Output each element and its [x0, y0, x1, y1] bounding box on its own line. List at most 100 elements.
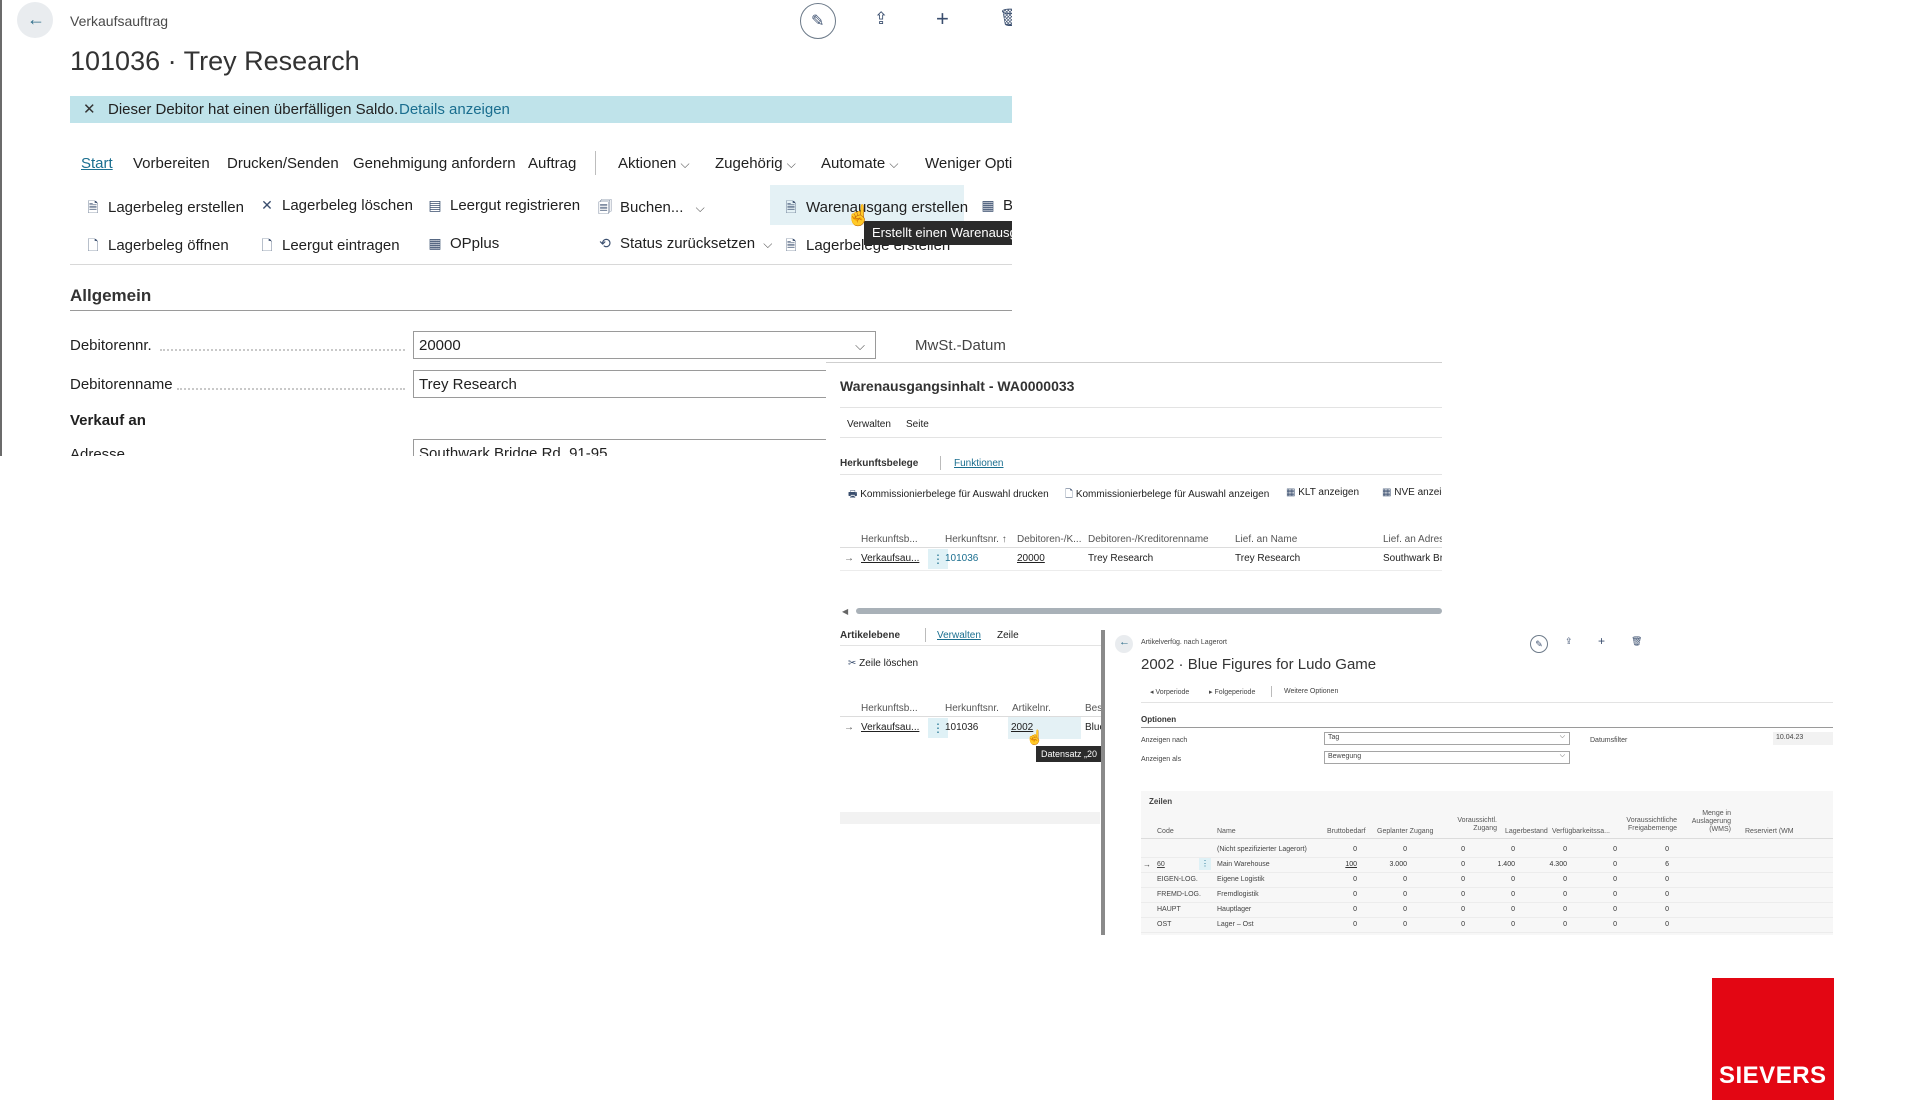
edit-button[interactable]: ✎: [1530, 635, 1548, 653]
cell-value: 0: [1403, 891, 1407, 898]
plus-icon[interactable]: +: [1598, 634, 1605, 648]
cell-herkunftsbeleg[interactable]: Verkaufsau...: [861, 553, 919, 564]
share-icon[interactable]: ⇪: [874, 9, 888, 29]
column-header[interactable]: Lagerbestand: [1505, 828, 1548, 835]
column-header[interactable]: Herkunftsnr.: [945, 703, 999, 714]
adresse-label: Adresse: [70, 446, 126, 456]
leergut-registrieren-button[interactable]: ▤ Leergut registrieren: [426, 197, 580, 214]
table-row[interactable]: → Verkaufsau... ⋮ 101036 20000 Trey Rese…: [840, 548, 1442, 570]
leergut-eintragen-button[interactable]: 🗋 Leergut eintragen: [258, 235, 399, 259]
details-link[interactable]: Details anzeigen: [399, 101, 510, 118]
folgeperiode-button[interactable]: ▸ Folgeperiode: [1209, 688, 1255, 696]
column-header[interactable]: Artikelnr.: [1012, 703, 1051, 714]
table-row[interactable]: FREMD-LOG. Fremdlogistik 0 0 0 0 0 0 0: [1141, 887, 1833, 903]
lagerbeleg-loeschen-button[interactable]: ✕ Lagerbeleg löschen: [258, 197, 413, 214]
column-header[interactable]: Voraussichtliche Freigabemenge: [1615, 817, 1677, 833]
cell-code: HAUPT: [1157, 906, 1181, 913]
row-menu-icon[interactable]: ⋮: [1199, 858, 1211, 870]
debitor-name-field[interactable]: Trey Research: [413, 370, 876, 398]
column-header[interactable]: Bruttobedarf: [1327, 828, 1366, 835]
grid-empty-area: [840, 812, 1100, 824]
cell-code[interactable]: 60: [1157, 861, 1165, 868]
tab-start[interactable]: Start: [81, 155, 113, 172]
tab-zeile[interactable]: Zeile: [997, 630, 1019, 641]
edit-button[interactable]: ✎: [800, 3, 836, 39]
column-header[interactable]: Code: [1157, 828, 1174, 835]
tab-verwalten[interactable]: Verwalten: [847, 419, 891, 430]
scroll-left-icon[interactable]: ◀: [842, 607, 848, 616]
cell-value: 0: [1563, 876, 1567, 883]
column-header[interactable]: Reserviert (WM: [1745, 828, 1794, 835]
tab-verwalten-artikel[interactable]: Verwalten: [937, 630, 981, 641]
tab-weniger-optionen[interactable]: Weniger Optio: [925, 155, 1012, 172]
table-row[interactable]: HAUPT Hauptlager 0 0 0 0 0 0 0: [1141, 902, 1833, 918]
lagerbeleg-erstellen-button[interactable]: 🗎 Lagerbeleg erstellen: [84, 197, 244, 221]
be-button[interactable]: ▦ Be: [979, 197, 1012, 214]
cell-value: 0: [1613, 876, 1617, 883]
lagerbeleg-oeffnen-button[interactable]: 🗋 Lagerbeleg öffnen: [84, 235, 228, 259]
column-header[interactable]: Voraussichtl. Zugang: [1455, 817, 1497, 833]
tab-auftrag[interactable]: Auftrag: [528, 155, 576, 172]
action-label: Leergut registrieren: [450, 197, 581, 214]
tab-seite[interactable]: Seite: [906, 419, 929, 430]
trash-icon[interactable]: 🗑: [999, 8, 1012, 28]
chevron-down-icon[interactable]: ⌵: [855, 332, 865, 359]
weitere-optionen-button[interactable]: Weitere Optionen: [1284, 688, 1338, 695]
print-pick-button[interactable]: 🖶 Kommissionierbelege für Auswahl drucke…: [848, 487, 1049, 504]
tab-zugehoerig-label: Zugehörig: [715, 155, 783, 172]
adresse-field[interactable]: Southwark Bridge Rd. 91-95: [413, 439, 876, 456]
cell-value[interactable]: 100: [1327, 861, 1357, 868]
buchen-button[interactable]: 🗐 Buchen... ⌵: [596, 197, 705, 221]
availability-panel: ← Artikelverfüg. nach Lagerort 2002 · Bl…: [1101, 630, 1833, 935]
cell-value: 0: [1563, 906, 1567, 913]
anzeigen-nach-select[interactable]: Tag ⌵: [1324, 732, 1570, 745]
action-label: Kommissionierbelege für Auswahl anzeigen: [1075, 489, 1270, 500]
column-header[interactable]: Debitoren-/Kreditorenname: [1088, 534, 1209, 545]
zeile-loeschen-button[interactable]: ✂ Zeile löschen: [848, 658, 918, 669]
column-header[interactable]: Herkunftsb...: [861, 534, 918, 545]
cell-herkunftsbeleg[interactable]: Verkaufsau...: [861, 722, 919, 733]
tab-aktionen[interactable]: Aktionen ⌵: [618, 155, 690, 172]
column-header[interactable]: Geplanter Zugang: [1377, 828, 1433, 835]
horizontal-scrollbar[interactable]: [856, 608, 1442, 614]
back-button[interactable]: ←: [17, 2, 53, 38]
tab-funktionen[interactable]: Funktionen: [954, 458, 1003, 469]
nve-button[interactable]: ▦ NVE anzeig: [1382, 487, 1442, 498]
column-header[interactable]: Verfügbarkeitssa...: [1552, 828, 1610, 835]
delete-icon: ✂: [848, 658, 857, 669]
column-header[interactable]: Herkunftsnr. ↑: [945, 534, 1007, 545]
vorperiode-button[interactable]: ◂ Vorperiode: [1150, 688, 1189, 696]
back-button[interactable]: ←: [1115, 635, 1133, 653]
column-header[interactable]: Lief. an Adresse: [1383, 534, 1442, 545]
tab-genehmigung[interactable]: Genehmigung anfordern: [353, 155, 516, 172]
column-header[interactable]: Herkunftsb...: [861, 703, 918, 714]
plus-icon[interactable]: +: [936, 6, 949, 32]
tab-automate[interactable]: Automate ⌵: [821, 155, 899, 172]
cell-value: 0: [1563, 921, 1567, 928]
table-row[interactable]: OST Lager – Ost 0 0 0 0 0 0 0: [1141, 917, 1833, 933]
warenausgang-erstellen-button[interactable]: 🗎 Warenausgang erstellen: [782, 197, 968, 221]
column-header[interactable]: Lief. an Name: [1235, 534, 1297, 545]
column-header[interactable]: Menge in Auslagerung (WMS): [1689, 810, 1731, 834]
klt-button[interactable]: ▦ KLT anzeigen: [1286, 487, 1359, 498]
column-header[interactable]: Name: [1217, 828, 1236, 835]
table-row[interactable]: → ⋮ 60 Main Warehouse 100 3.000 0 1.400 4.300 0 6: [1141, 857, 1833, 873]
cell-value: 0: [1353, 846, 1357, 853]
close-icon[interactable]: ✕: [83, 100, 96, 118]
table-row[interactable]: (Nicht spezifizierter Lagerort) 0 0 0 0 0 0 0: [1141, 842, 1833, 858]
datumsfilter-field[interactable]: 10.04.23: [1773, 732, 1833, 745]
status-zuruecksetzen-button[interactable]: ⟲ Status zurücksetzen ⌵: [596, 235, 772, 252]
tab-vorbereiten[interactable]: Vorbereiten: [133, 155, 210, 172]
cell-value: 0: [1511, 921, 1515, 928]
tab-zugehoerig[interactable]: Zugehörig ⌵: [715, 155, 796, 172]
tab-drucken-senden[interactable]: Drucken/Senden: [227, 155, 339, 172]
table-row[interactable]: EIGEN-LOG. Eigene Logistik 0 0 0 0 0 0 0: [1141, 872, 1833, 888]
debitor-nr-field[interactable]: 20000 ⌵: [413, 331, 876, 359]
show-pick-button[interactable]: 🗋 Kommissionierbelege für Auswahl anzeig…: [1065, 487, 1269, 504]
column-header[interactable]: Debitoren-/K...: [1017, 534, 1081, 545]
trash-icon[interactable]: 🗑: [1631, 636, 1642, 647]
cell-debitor-nr[interactable]: 20000: [1017, 553, 1045, 564]
share-icon[interactable]: ⇪: [1565, 636, 1573, 647]
anzeigen-als-select[interactable]: Bewegung ⌵: [1324, 751, 1570, 764]
opplus-button[interactable]: ▦ OPplus: [426, 235, 499, 252]
